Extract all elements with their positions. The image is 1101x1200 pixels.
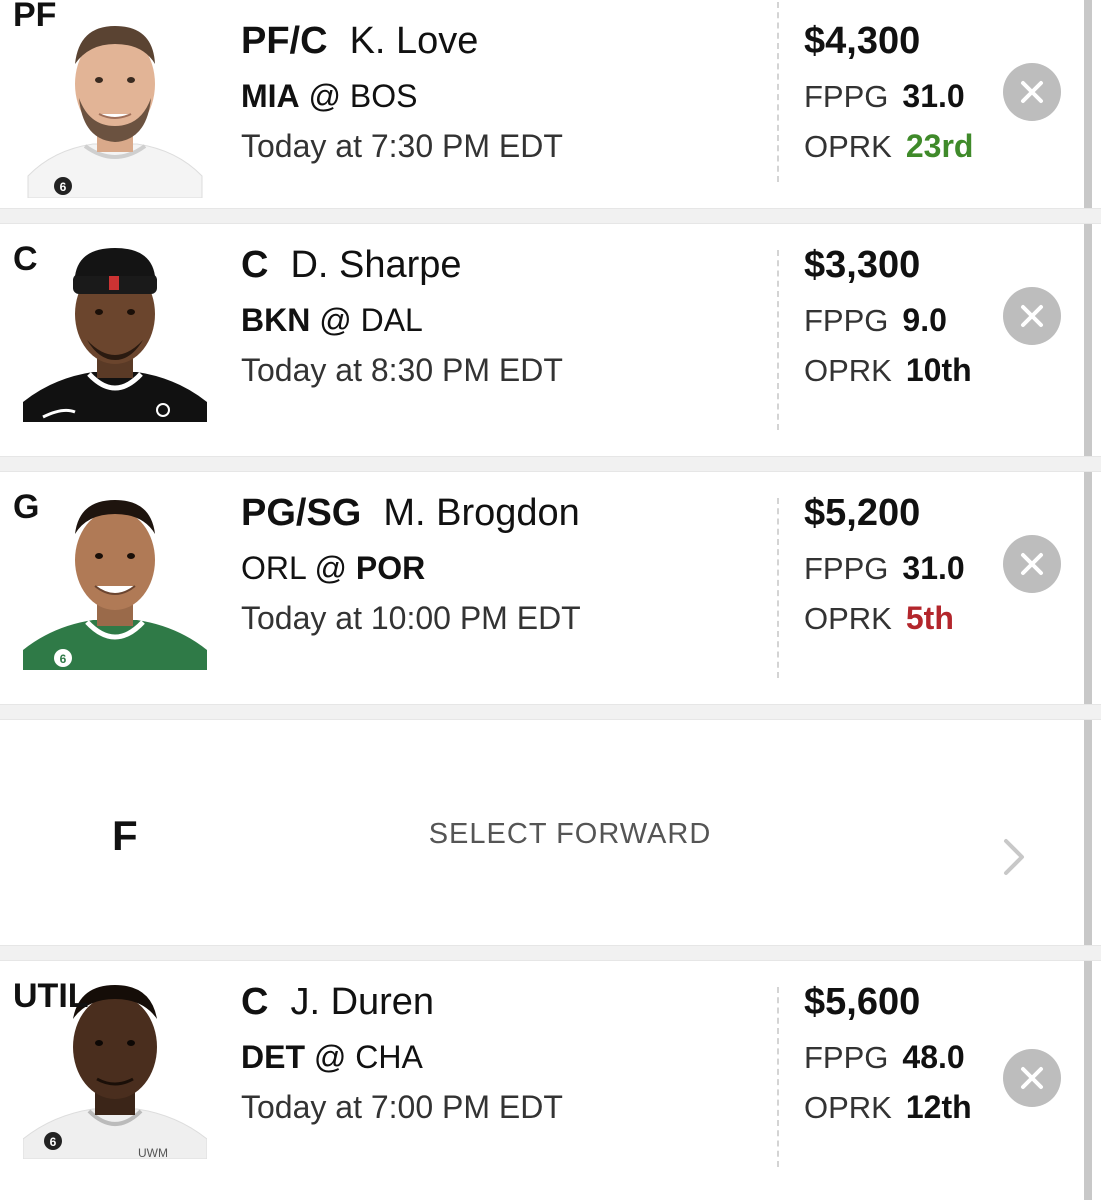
slot-separator	[0, 704, 1101, 720]
oprk-value: 23rd	[905, 128, 974, 164]
matchup-at: @	[314, 550, 347, 586]
fppg-value: 31.0	[902, 550, 965, 586]
fppg-stat: FPPG 31.0	[804, 78, 965, 115]
matchup-team: MIA	[241, 78, 300, 114]
fppg-stat: FPPG 31.0	[804, 550, 965, 587]
remove-player-button[interactable]	[1003, 1049, 1061, 1107]
scrollbar[interactable]	[1084, 0, 1092, 1200]
remove-player-button[interactable]	[1003, 287, 1061, 345]
oprk-value: 12th	[905, 1089, 972, 1125]
salary: $4,300	[804, 20, 921, 62]
oprk-stat: OPRK 10th	[804, 352, 972, 389]
player-headshot: 6	[23, 490, 207, 670]
fppg-stat: FPPG 48.0	[804, 1039, 965, 1076]
fppg-label: FPPG	[804, 1040, 889, 1075]
matchup-opponent: POR	[355, 550, 426, 586]
matchup: DET @ CHA	[241, 1039, 423, 1076]
close-icon	[1021, 553, 1043, 575]
matchup-opponent: CHA	[355, 1039, 423, 1075]
player-title[interactable]: C J. Duren	[241, 981, 434, 1024]
player-name: M. Brogdon	[383, 492, 580, 534]
oprk-value: 5th	[905, 600, 954, 636]
matchup-at: @	[308, 78, 342, 114]
oprk-stat: OPRK 12th	[804, 1089, 972, 1126]
player-position: C	[241, 244, 269, 286]
select-forward-label: SELECT FORWARD	[428, 818, 712, 850]
svg-text:6: 6	[60, 180, 67, 194]
lineup-slot-pf[interactable]: PF 6 PF/C K. Love MIA @ BOS Today at 7:3…	[0, 0, 1084, 208]
oprk-label: OPRK	[804, 601, 892, 636]
jersey-sponsor: UWM	[138, 1146, 168, 1159]
oprk-value: 10th	[905, 352, 972, 388]
lineup-slot-c[interactable]: C C D. Sharpe BKN @ DAL Today at 8:30 PM…	[0, 224, 1084, 432]
divider	[777, 498, 779, 678]
lineup-slot-g[interactable]: G 6 PG/SGM. Brogdon ORL @ POR Today at	[0, 472, 1084, 680]
matchup: MIA @ BOS	[241, 78, 418, 115]
salary: $5,600	[804, 981, 921, 1023]
player-position: C	[241, 981, 269, 1023]
player-name: J. Duren	[290, 981, 435, 1023]
fppg-label: FPPG	[804, 551, 889, 586]
fppg-label: FPPG	[804, 79, 889, 114]
player-position: PG/SG	[241, 492, 362, 534]
player-title[interactable]: C D. Sharpe	[241, 244, 462, 287]
player-title[interactable]: PG/SG M. Brogdon	[241, 492, 580, 535]
player-headshot	[23, 242, 207, 422]
matchup-team: DET	[241, 1039, 305, 1075]
fppg-stat: FPPG 9.0	[804, 302, 947, 339]
matchup-opponent: BOS	[349, 78, 418, 114]
slot-separator	[0, 456, 1101, 472]
fppg-value: 48.0	[902, 1039, 965, 1075]
matchup: BKN @ DAL	[241, 302, 423, 339]
game-time: Today at 7:30 PM EDT	[241, 128, 563, 164]
slot-separator	[0, 208, 1101, 224]
game-time: Today at 7:00 PM EDT	[241, 1089, 563, 1125]
fppg-value: 9.0	[902, 302, 947, 338]
fppg-value: 31.0	[902, 78, 965, 114]
slot-separator	[0, 945, 1101, 961]
matchup-at: @	[313, 1039, 347, 1075]
player-title[interactable]: PF/C K. Love	[241, 20, 478, 63]
remove-player-button[interactable]	[1003, 535, 1061, 593]
matchup-at: @	[319, 302, 352, 338]
svg-text:6: 6	[50, 1135, 57, 1149]
salary: $3,300	[804, 244, 921, 286]
player-name: D. Sharpe	[290, 244, 462, 286]
lineup-screen: PF 6 PF/C K. Love MIA @ BOS Today at 7:3…	[0, 0, 1101, 1200]
player-name: K. Love	[349, 20, 479, 62]
game-time: Today at 8:30 PM EDT	[241, 352, 563, 388]
player-position: PF/C	[241, 20, 328, 62]
close-icon	[1021, 1067, 1043, 1089]
divider	[777, 2, 779, 182]
remove-player-button[interactable]	[1003, 63, 1061, 121]
divider	[777, 987, 779, 1167]
oprk-stat: OPRK 5th	[804, 600, 954, 637]
oprk-label: OPRK	[804, 353, 892, 388]
lineup-slot-util[interactable]: 6 UWM UTIL C J. Duren DET @ CHA Today at …	[0, 961, 1084, 1200]
salary: $5,200	[804, 492, 921, 534]
chevron-right-icon	[1004, 839, 1024, 875]
slot-position-label: UTIL	[13, 977, 89, 1015]
close-icon	[1021, 81, 1043, 103]
player-headshot: 6	[23, 18, 207, 198]
divider	[777, 250, 779, 430]
lineup-slot-f-empty[interactable]: F SELECT FORWARD	[0, 720, 1084, 945]
matchup-team: ORL	[241, 550, 306, 586]
oprk-stat: OPRK 23rd	[804, 128, 973, 165]
matchup: ORL @ POR	[241, 550, 425, 587]
matchup-team: BKN	[241, 302, 311, 338]
matchup-opponent: DAL	[360, 302, 423, 338]
svg-text:6: 6	[60, 652, 67, 666]
close-icon	[1021, 305, 1043, 327]
game-time: Today at 10:00 PM EDT	[241, 600, 581, 636]
oprk-label: OPRK	[804, 129, 892, 164]
fppg-label: FPPG	[804, 303, 889, 338]
oprk-label: OPRK	[804, 1090, 892, 1125]
